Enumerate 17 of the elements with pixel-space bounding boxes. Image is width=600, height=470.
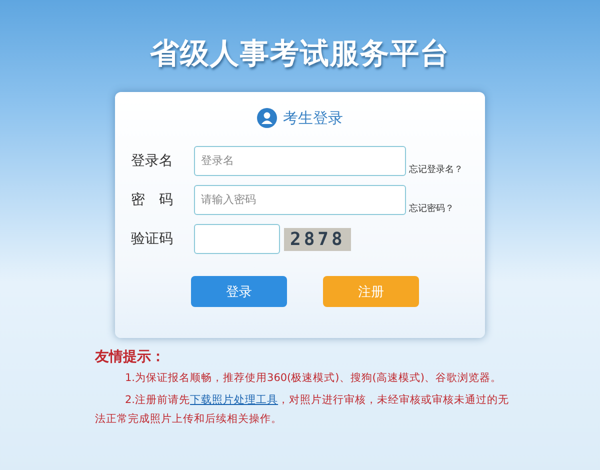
forgot-link[interactable]: 忘记密码？	[409, 202, 489, 215]
input-field[interactable]: 请输入密码	[194, 185, 406, 215]
user-icon	[257, 108, 277, 128]
field-label: 登录名	[131, 152, 174, 170]
login-button[interactable]: 登录	[191, 276, 287, 307]
field-label: 验证码	[131, 230, 174, 248]
tip-text: 1.为保证报名顺畅，推荐使用360(极速模式)、搜狗(高速模式)、谷歌浏览器。	[124, 371, 502, 386]
forgot-link[interactable]: 忘记登录名？	[409, 163, 489, 176]
input-field[interactable]: 登录名	[194, 146, 406, 176]
page-title: 省级人事考试服务平台	[150, 35, 450, 72]
tips-heading: 友情提示：	[95, 348, 166, 366]
field-label: 密 码	[131, 191, 174, 209]
download-link[interactable]: 下载照片处理工具	[190, 394, 278, 406]
captcha-image[interactable]: 2878	[284, 228, 352, 250]
captcha-field[interactable]	[194, 224, 280, 254]
login-heading: 考生登录	[283, 108, 343, 128]
tip-text: 2.注册前请先下载照片处理工具，对照片进行审核，未经审核或审核未通过的无法正常完成照片上传和后续相关操作。	[95, 393, 510, 427]
